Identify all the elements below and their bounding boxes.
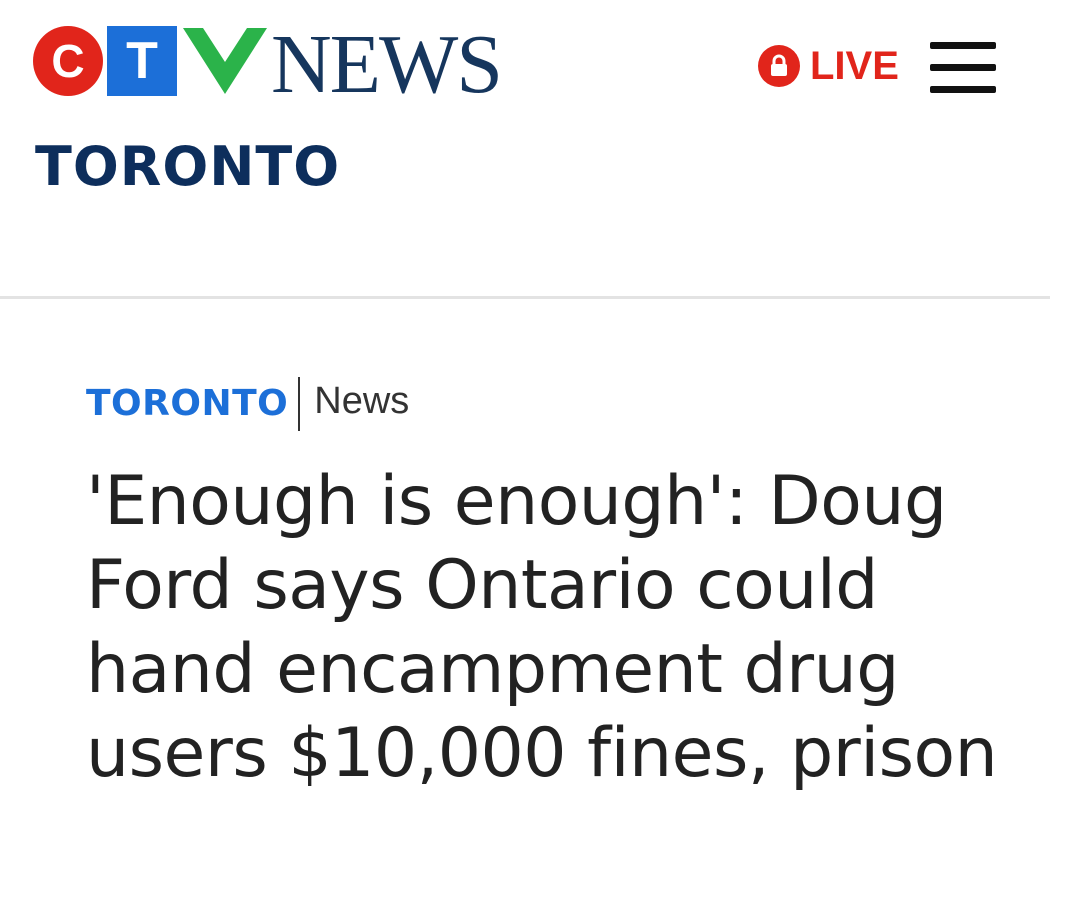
article-kicker: TORONTO News: [86, 376, 409, 432]
site-header: C T NEWS LIVE TORONTO: [0, 0, 1050, 299]
hamburger-menu-icon[interactable]: [930, 42, 996, 94]
logo-letter-c: C: [51, 35, 85, 87]
logo-v-triangle: [183, 28, 267, 94]
lock-icon: [758, 45, 800, 87]
logo-wordmark: NEWS: [271, 18, 503, 111]
kicker-category[interactable]: News: [300, 382, 409, 420]
live-button[interactable]: LIVE: [758, 44, 899, 88]
logo-letter-t: T: [126, 32, 158, 90]
article-headline: 'Enough is enough': Doug Ford says Ontar…: [86, 462, 998, 793]
city-title[interactable]: TORONTO: [35, 140, 340, 194]
kicker-section-link[interactable]: TORONTO: [86, 377, 301, 431]
logo-c-circle: C: [33, 26, 103, 96]
ctv-news-logo[interactable]: C T NEWS: [33, 23, 503, 107]
page: C T NEWS LIVE TORONTO TORONTO News 'Enou…: [0, 0, 1080, 918]
live-label: LIVE: [810, 44, 899, 88]
logo-t-square: T: [107, 26, 177, 96]
